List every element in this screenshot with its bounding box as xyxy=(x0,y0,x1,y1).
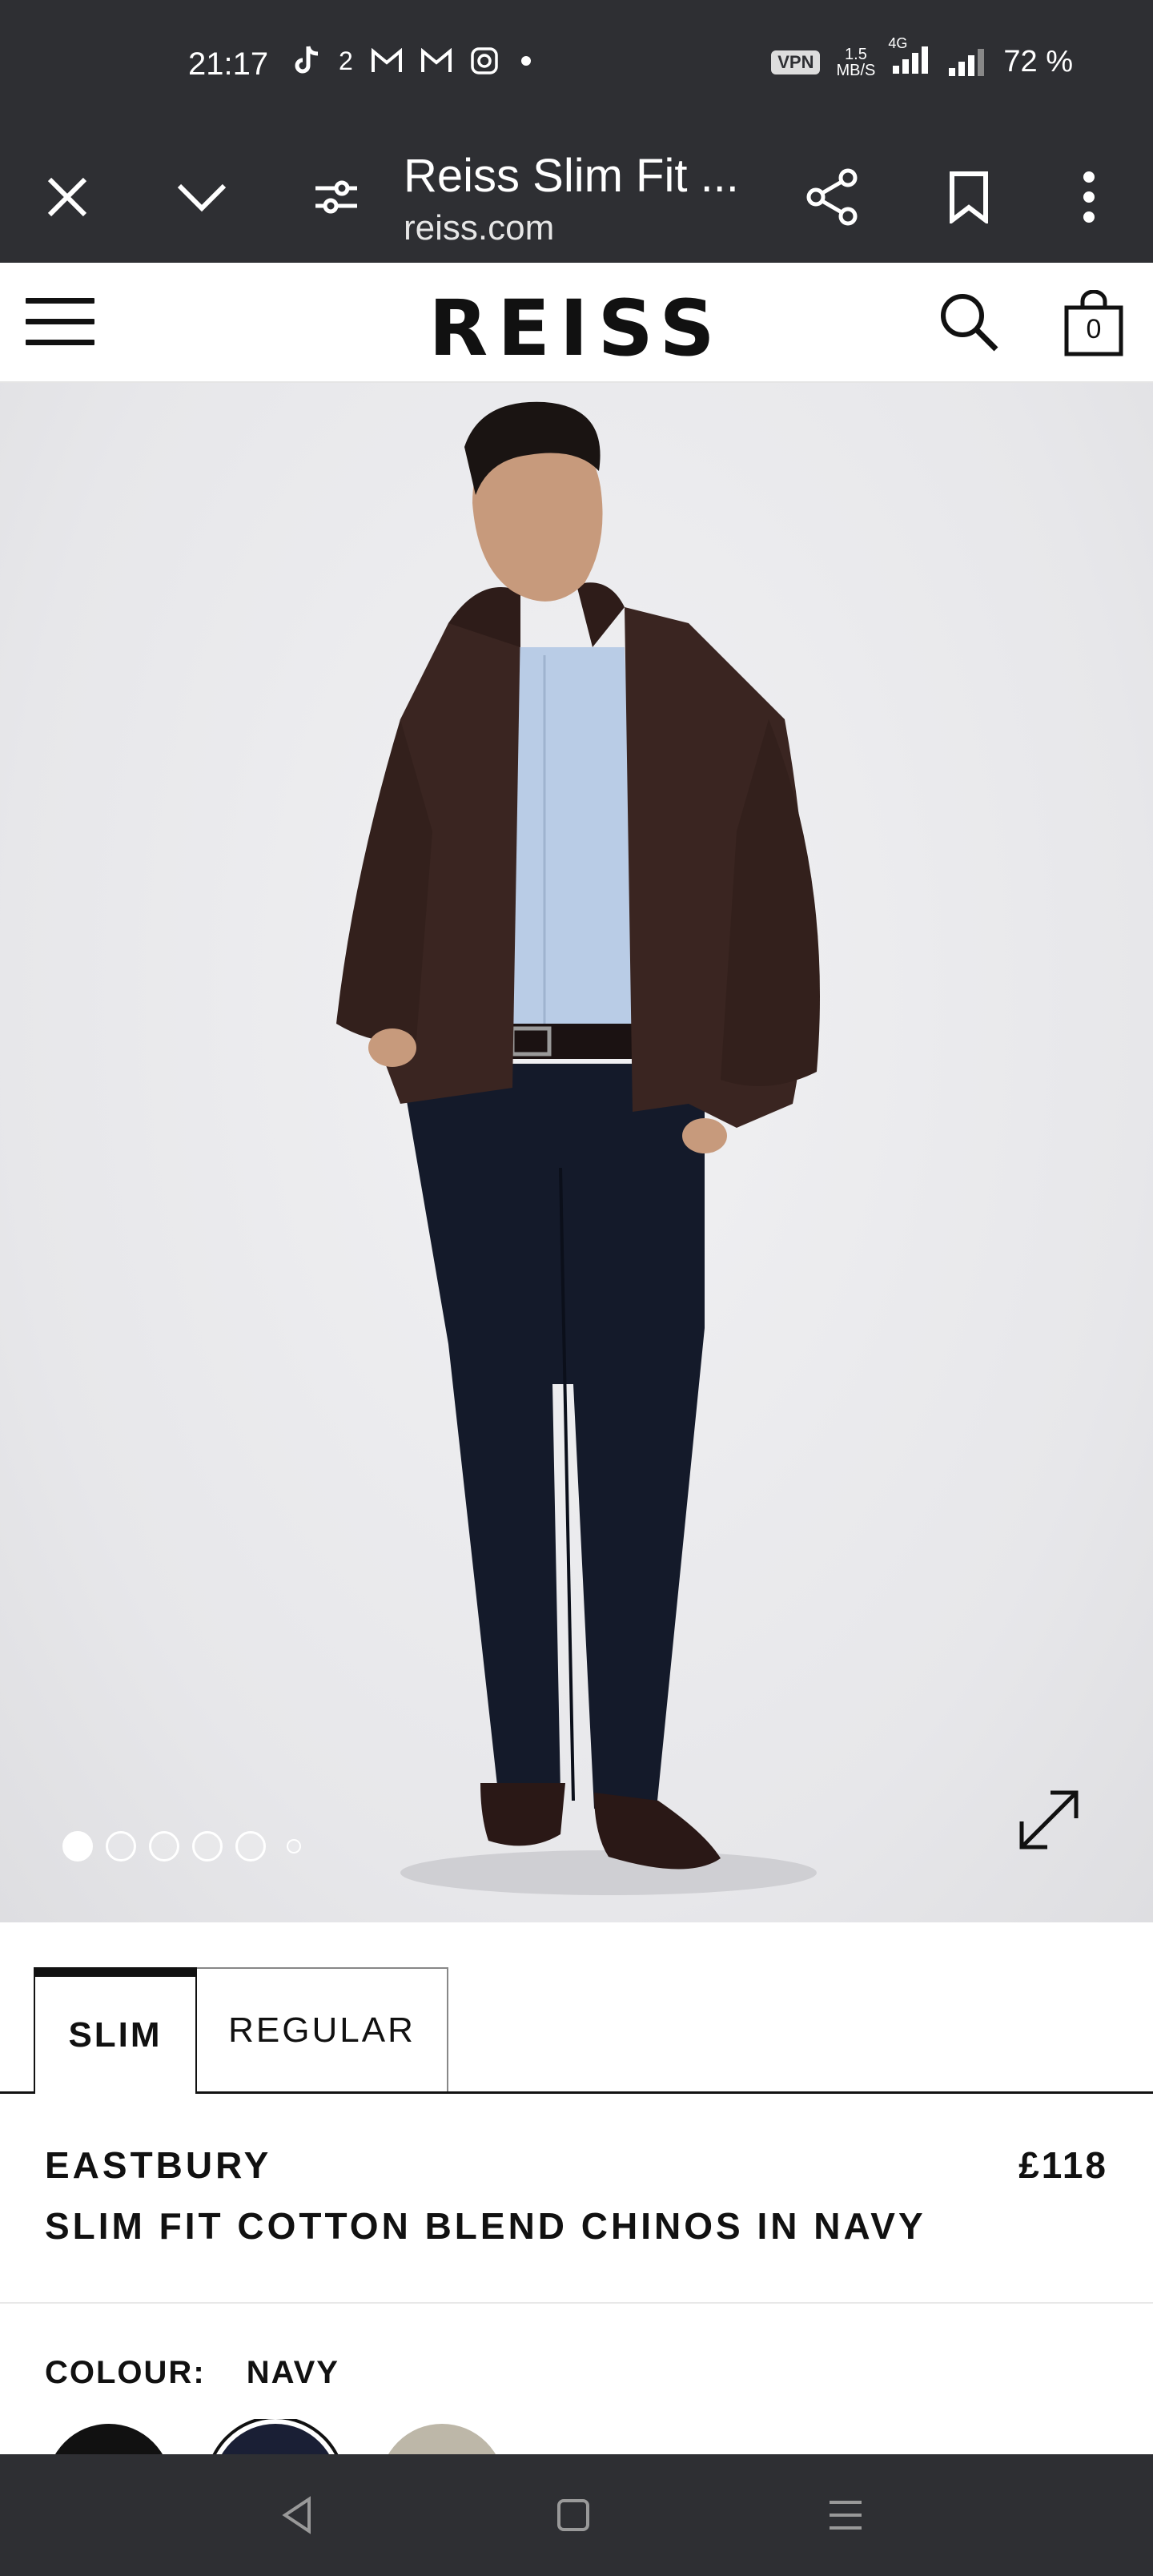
system-icons: VPN 1.5 MB/S 4G 72 % xyxy=(771,35,1073,79)
close-button[interactable] xyxy=(34,163,101,231)
product-price: £118 xyxy=(1018,2144,1108,2186)
expand-icon xyxy=(1019,1790,1079,1849)
fit-tabs: SLIM REGULAR xyxy=(0,1967,1153,2094)
back-button[interactable] xyxy=(272,2489,323,2541)
product-image[interactable] xyxy=(0,383,1153,1922)
instagram-icon xyxy=(471,47,498,74)
signal-4g-icon: 4G xyxy=(888,35,931,79)
gallery-dot-1[interactable] xyxy=(62,1831,93,1862)
colour-swatches xyxy=(0,2419,1153,2454)
bookmark-icon xyxy=(950,171,988,223)
signal-icon xyxy=(949,48,985,76)
bag-count: 0 xyxy=(1086,314,1102,344)
tab-slim[interactable]: SLIM xyxy=(34,1967,197,2094)
page-url[interactable]: reiss.com xyxy=(404,208,554,248)
chevron-down-icon xyxy=(177,183,227,212)
status-bar: 21:17 2 VPN 1.5 MB/S 4G 72 % xyxy=(0,0,1153,131)
gallery-dots xyxy=(62,1831,301,1862)
minimize-button[interactable] xyxy=(168,163,235,231)
share-icon xyxy=(806,168,858,226)
page-title[interactable]: Reiss Slim Fit ... xyxy=(404,149,739,203)
home-square-icon xyxy=(557,2499,589,2531)
recents-menu-icon xyxy=(830,2501,862,2530)
net-speed: 1.5 MB/S xyxy=(836,45,876,79)
notification-icons: 2 xyxy=(292,45,531,77)
colour-value: NAVY xyxy=(246,2355,339,2390)
gallery-dot-4[interactable] xyxy=(192,1831,223,1862)
status-time: 21:17 xyxy=(188,46,269,82)
gallery-dot-more[interactable] xyxy=(287,1839,301,1854)
colour-label: COLOUR: xyxy=(45,2355,206,2390)
tab-regular[interactable]: REGULAR xyxy=(195,1967,448,2091)
gallery-dot-5[interactable] xyxy=(235,1831,266,1862)
shopping-bag-button[interactable]: 0 xyxy=(1062,289,1126,357)
site-settings-button[interactable] xyxy=(303,163,370,231)
more-notifications-dot-icon xyxy=(520,56,531,66)
tune-icon xyxy=(315,180,357,214)
bookmark-button[interactable] xyxy=(935,163,1002,231)
product-info: EASTBURY SLIM FIT COTTON BLEND CHINOS IN… xyxy=(0,2094,1153,2304)
gmail-icon xyxy=(371,48,402,72)
more-vert-icon xyxy=(1083,171,1095,223)
colour-swatch-stone[interactable] xyxy=(380,2424,504,2454)
model-photo xyxy=(336,401,820,1895)
site-header: REISS 0 xyxy=(0,263,1153,383)
battery-level: 72 % xyxy=(1003,45,1073,78)
home-button[interactable] xyxy=(548,2489,599,2541)
notification-count: 2 xyxy=(339,46,353,75)
more-menu-button[interactable] xyxy=(1055,163,1123,231)
colour-swatch-navy[interactable] xyxy=(213,2424,338,2454)
back-triangle-icon xyxy=(282,2496,311,2534)
close-icon xyxy=(47,177,87,217)
browser-toolbar: Reiss Slim Fit ... reiss.com xyxy=(0,131,1153,263)
recents-button[interactable] xyxy=(820,2489,871,2541)
colour-swatch-black[interactable] xyxy=(46,2424,171,2454)
expand-image-button[interactable] xyxy=(1010,1781,1087,1858)
tiktok-icon xyxy=(295,46,319,74)
share-button[interactable] xyxy=(799,163,866,231)
gmail-icon xyxy=(420,48,452,72)
vpn-badge: VPN xyxy=(771,50,821,74)
search-button[interactable] xyxy=(937,290,1001,354)
product-brand: EASTBURY xyxy=(45,2144,272,2186)
gallery-dot-3[interactable] xyxy=(149,1831,179,1862)
search-icon xyxy=(941,294,998,352)
colour-selector-label: COLOUR: NAVY xyxy=(45,2355,339,2391)
system-nav-bar xyxy=(0,2454,1153,2576)
gallery-dot-2[interactable] xyxy=(106,1831,136,1862)
product-name: SLIM FIT COTTON BLEND CHINOS IN NAVY xyxy=(45,2205,926,2247)
